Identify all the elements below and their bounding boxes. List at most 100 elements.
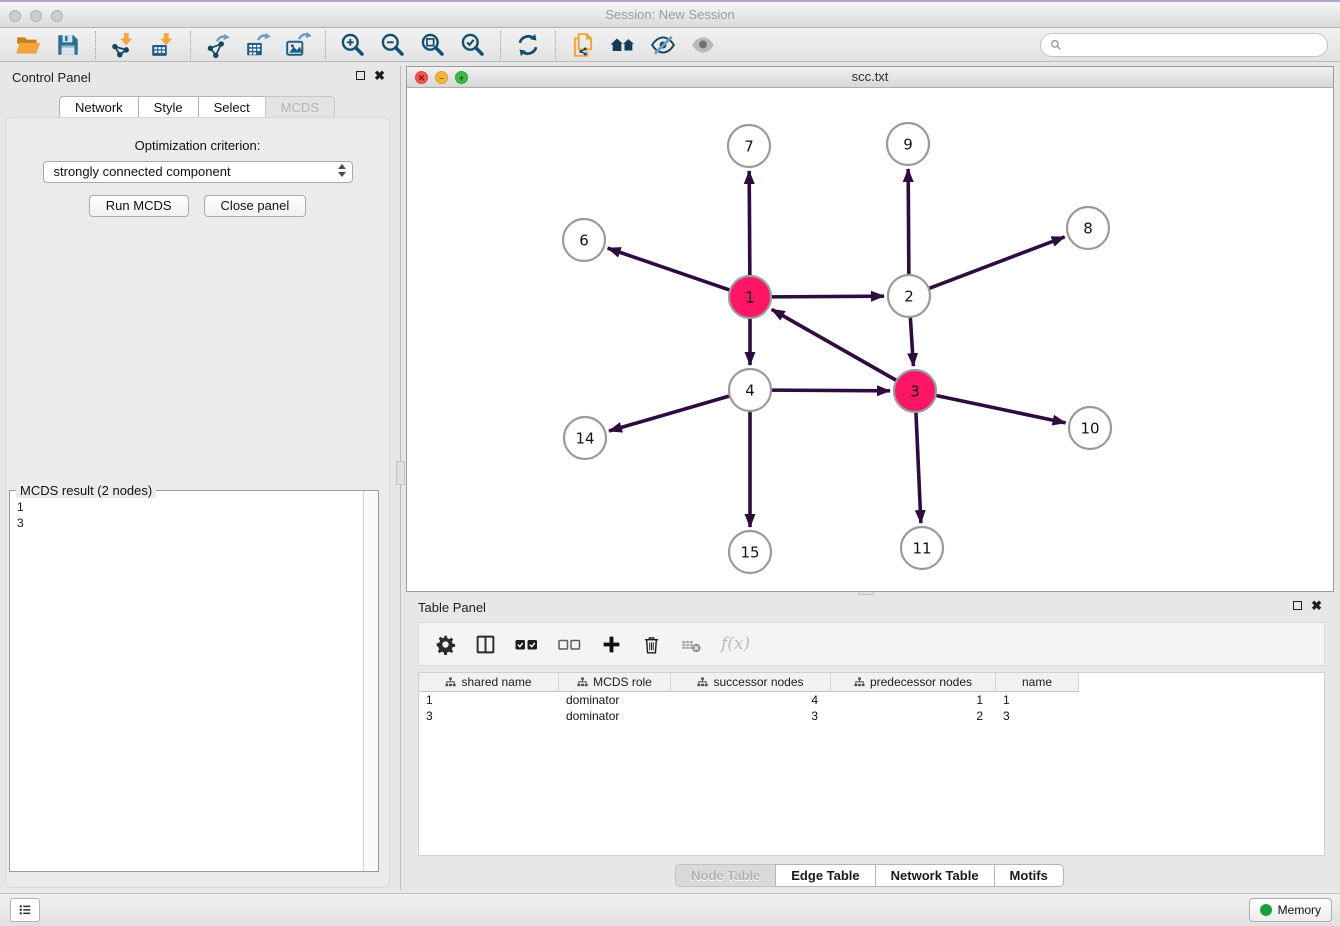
splitter-handle-vertical[interactable] xyxy=(396,461,405,485)
column-header-shared-name[interactable]: shared name xyxy=(419,673,559,692)
node-14[interactable]: 14 xyxy=(564,417,606,459)
first-neighbors-button[interactable] xyxy=(603,30,643,60)
edge-3-1[interactable] xyxy=(772,309,897,380)
export-network-button[interactable] xyxy=(198,30,238,60)
float-table-panel-icon[interactable] xyxy=(1293,601,1302,610)
edge-2-9[interactable] xyxy=(908,169,909,275)
edge-1-7[interactable] xyxy=(749,171,750,276)
float-panel-icon[interactable] xyxy=(356,71,365,80)
zoom-out-icon xyxy=(380,32,406,58)
edge-3-10[interactable] xyxy=(936,395,1066,422)
clone-network-icon xyxy=(570,32,596,58)
tab-node-table[interactable]: Node Table xyxy=(675,864,776,887)
search-box[interactable] xyxy=(1040,33,1328,57)
import-table-button[interactable] xyxy=(143,30,183,60)
tab-edge-table[interactable]: Edge Table xyxy=(775,864,875,887)
column-header-predecessor-nodes[interactable]: predecessor nodes xyxy=(831,673,996,692)
toolbar-separator xyxy=(325,31,326,59)
edge-4-3[interactable] xyxy=(771,390,890,391)
delete-button[interactable] xyxy=(641,634,662,655)
column-header-name[interactable]: name xyxy=(996,673,1079,692)
tab-network-table[interactable]: Network Table xyxy=(875,864,995,887)
tab-select[interactable]: Select xyxy=(198,96,266,119)
network-close-button[interactable]: ✕ xyxy=(415,71,428,84)
show-all-button[interactable] xyxy=(683,30,723,60)
zoom-fit-button[interactable] xyxy=(413,30,453,60)
import-network-button[interactable] xyxy=(103,30,143,60)
node-7[interactable]: 7 xyxy=(728,125,770,167)
task-history-button[interactable] xyxy=(10,898,40,922)
select-all-button[interactable] xyxy=(515,637,539,652)
hide-selected-button[interactable] xyxy=(643,30,683,60)
close-panel-button[interactable]: Close panel xyxy=(204,195,307,217)
hide-selected-icon xyxy=(650,32,676,58)
clone-network-button[interactable] xyxy=(563,30,603,60)
tab-style[interactable]: Style xyxy=(138,96,199,119)
column-header-successor-nodes[interactable]: successor nodes xyxy=(671,673,831,692)
zoom-out-button[interactable] xyxy=(373,30,413,60)
edge-3-11[interactable] xyxy=(916,412,921,523)
node-2[interactable]: 2 xyxy=(888,275,930,317)
tab-motifs[interactable]: Motifs xyxy=(994,864,1064,887)
node-6[interactable]: 6 xyxy=(563,219,605,261)
minimize-window-button[interactable] xyxy=(30,10,42,22)
table-panel: Table Panel ✖ f(x) shared nameMCDS roles… xyxy=(406,596,1334,890)
tab-network[interactable]: Network xyxy=(59,96,139,119)
node-15[interactable]: 15 xyxy=(729,531,771,573)
network-canvas[interactable]: 7 9 6 8 1 2 4 3 14 10 15 11 xyxy=(407,88,1333,591)
svg-text:14: 14 xyxy=(575,430,594,448)
import-table-icon xyxy=(150,32,176,58)
columns-icon xyxy=(475,634,496,655)
close-window-button[interactable] xyxy=(9,10,21,22)
network-maximize-button[interactable]: + xyxy=(455,71,468,84)
node-4[interactable]: 4 xyxy=(729,369,771,411)
criterion-select[interactable]: strongly connected component xyxy=(43,161,353,183)
window-controls xyxy=(9,10,63,22)
edge-1-6[interactable] xyxy=(608,248,730,290)
edge-2-3[interactable] xyxy=(910,317,913,366)
table-header-row: shared nameMCDS rolesuccessor nodesprede… xyxy=(419,673,1324,692)
function-button: f(x) xyxy=(721,634,750,654)
settings-button[interactable] xyxy=(435,634,456,655)
main-toolbar-items xyxy=(0,30,723,60)
zoom-window-button[interactable] xyxy=(51,10,63,22)
zoom-in-button[interactable] xyxy=(333,30,373,60)
open-button[interactable] xyxy=(8,30,48,60)
unselect-all-button[interactable] xyxy=(558,637,582,652)
network-window-titlebar[interactable]: ✕ – + scc.txt xyxy=(407,67,1333,88)
node-1[interactable]: 1 xyxy=(729,276,771,318)
edge-4-14[interactable] xyxy=(609,396,730,431)
column-label: name xyxy=(1022,675,1052,689)
table-row[interactable]: 3dominator323 xyxy=(419,708,1324,724)
edge-2-8[interactable] xyxy=(929,237,1065,289)
run-mcds-button[interactable]: Run MCDS xyxy=(89,195,189,217)
mcds-result-content[interactable]: 13 xyxy=(11,495,362,870)
node-11[interactable]: 11 xyxy=(901,527,943,569)
columns-button[interactable] xyxy=(475,634,496,655)
table-row[interactable]: 1dominator411 xyxy=(419,692,1324,708)
delete-table-button xyxy=(681,634,702,655)
node-9[interactable]: 9 xyxy=(887,123,929,165)
node-10[interactable]: 10 xyxy=(1069,407,1111,449)
result-scrollbar[interactable] xyxy=(363,491,378,871)
network-minimize-button[interactable]: – xyxy=(435,71,448,84)
node-8[interactable]: 8 xyxy=(1067,207,1109,249)
close-panel-icon[interactable]: ✖ xyxy=(374,70,385,81)
zoom-selected-icon xyxy=(460,32,486,58)
search-input[interactable] xyxy=(1063,38,1327,52)
memory-button[interactable]: Memory xyxy=(1249,898,1332,922)
column-header-MCDS-role[interactable]: MCDS role xyxy=(559,673,671,692)
close-table-panel-icon[interactable]: ✖ xyxy=(1311,600,1322,611)
refresh-button[interactable] xyxy=(508,30,548,60)
cell-MCDS-role: dominator xyxy=(559,708,671,724)
node-3[interactable]: 3 xyxy=(894,370,936,412)
add-button[interactable] xyxy=(601,634,622,655)
export-table-button[interactable] xyxy=(238,30,278,60)
table-panel-title: Table Panel xyxy=(418,600,486,615)
save-button[interactable] xyxy=(48,30,88,60)
export-image-button[interactable] xyxy=(278,30,318,60)
edge-1-2[interactable] xyxy=(771,296,884,297)
tab-mcds[interactable]: MCDS xyxy=(265,96,335,119)
list-icon xyxy=(17,903,33,917)
zoom-selected-button[interactable] xyxy=(453,30,493,60)
